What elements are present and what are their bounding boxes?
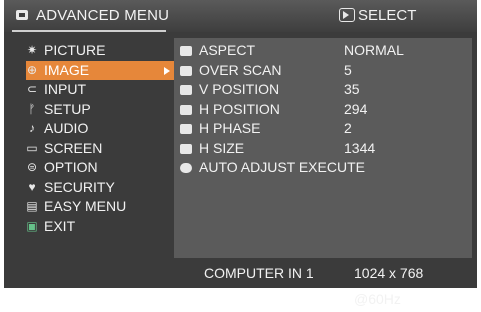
menu-title: ADVANCED MENU bbox=[36, 7, 170, 24]
menu-item-label: EXIT bbox=[44, 217, 76, 234]
setting-h-position[interactable]: H POSITION 294 bbox=[180, 100, 367, 120]
menu-item-setup[interactable]: ᚠ SETUP bbox=[26, 100, 176, 120]
menu-item-label: INPUT bbox=[44, 81, 86, 97]
menu-header: ADVANCED MENU SELECT bbox=[4, 0, 477, 32]
security-icon: ♥ bbox=[28, 179, 36, 194]
setting-value: 294 bbox=[344, 100, 368, 117]
input-icon: ⊂ bbox=[26, 82, 38, 96]
menu-item-label: PICTURE bbox=[44, 42, 106, 58]
setting-label: H POSITION bbox=[199, 100, 280, 117]
setting-label: AUTO ADJUST EXECUTE bbox=[199, 159, 365, 175]
aspect-icon bbox=[180, 46, 192, 56]
setting-value: 2 bbox=[344, 120, 352, 136]
menu-item-label: SETUP bbox=[44, 100, 91, 117]
menu-item-label: OPTION bbox=[44, 159, 98, 175]
menu-item-label: AUDIO bbox=[44, 120, 89, 136]
title-underline bbox=[12, 30, 166, 32]
setting-auto-adjust-execute[interactable]: AUTO ADJUST EXECUTE bbox=[180, 158, 365, 178]
audio-icon: ♪ bbox=[29, 121, 35, 135]
menu-item-easy-menu[interactable]: ▤ EASY MENU bbox=[26, 197, 176, 217]
menu-item-input[interactable]: ⊂ INPUT bbox=[26, 80, 176, 100]
menu-item-label: IMAGE bbox=[44, 61, 90, 78]
setting-label: H PHASE bbox=[199, 120, 261, 136]
select-hint-label: SELECT bbox=[358, 7, 417, 24]
setting-v-position[interactable]: V POSITION 35 bbox=[180, 80, 360, 100]
menu-item-label: EASY MENU bbox=[44, 198, 127, 214]
setting-aspect[interactable]: ASPECT NORMAL bbox=[180, 41, 404, 61]
easy-menu-icon: ▤ bbox=[26, 199, 38, 213]
setting-value: 5 bbox=[344, 61, 352, 78]
setup-icon: ᚠ bbox=[28, 101, 36, 116]
exit-icon: ▣ bbox=[26, 218, 38, 233]
picture-icon: ✷ bbox=[26, 43, 38, 57]
screen-icon: ▭ bbox=[26, 140, 38, 155]
submenu-arrow-icon bbox=[164, 66, 170, 75]
v-position-icon bbox=[180, 85, 192, 95]
select-hint: SELECT bbox=[339, 7, 416, 24]
status-bar: COMPUTER IN 1 1024 x 768 @60Hz bbox=[174, 260, 472, 307]
select-icon bbox=[339, 8, 355, 22]
auto-adjust-icon bbox=[180, 163, 192, 173]
menu-item-label: SECURITY bbox=[44, 178, 115, 195]
image-submenu: ASPECT NORMAL OVER SCAN 5 V POSITION 35 … bbox=[174, 38, 472, 258]
setting-h-phase[interactable]: H PHASE 2 bbox=[180, 119, 352, 139]
h-phase-icon bbox=[180, 124, 192, 134]
menu-item-audio[interactable]: ♪ AUDIO bbox=[26, 119, 176, 139]
menu-item-label: SCREEN bbox=[44, 139, 103, 156]
menu-item-image[interactable]: ⊕ IMAGE bbox=[26, 60, 176, 80]
menu-item-option[interactable]: ⊜ OPTION bbox=[26, 158, 176, 178]
setting-label: H SIZE bbox=[199, 139, 245, 156]
over-scan-icon bbox=[180, 65, 192, 76]
menu-item-security[interactable]: ♥ SECURITY bbox=[26, 178, 176, 198]
image-icon: ⊕ bbox=[26, 62, 38, 77]
setting-value: NORMAL bbox=[344, 42, 404, 58]
setting-value: 35 bbox=[344, 81, 360, 97]
main-menu: ✷ PICTURE ⊕ IMAGE ⊂ INPUT ᚠ SETUP ♪ AUDI… bbox=[26, 41, 176, 236]
menu-item-screen[interactable]: ▭ SCREEN bbox=[26, 139, 176, 159]
setting-value: 1344 bbox=[344, 139, 376, 156]
setting-label: ASPECT bbox=[199, 42, 256, 58]
signal-resolution: 1024 x 768 @60Hz bbox=[354, 265, 424, 307]
h-position-icon bbox=[180, 104, 192, 115]
setting-over-scan[interactable]: OVER SCAN 5 bbox=[180, 61, 352, 81]
h-size-icon bbox=[180, 143, 192, 154]
advanced-menu-icon bbox=[16, 10, 28, 20]
setting-h-size[interactable]: H SIZE 1344 bbox=[180, 139, 375, 159]
setting-label: OVER SCAN bbox=[199, 61, 282, 78]
menu-item-picture[interactable]: ✷ PICTURE bbox=[26, 41, 176, 61]
input-source: COMPUTER IN 1 bbox=[204, 265, 314, 281]
option-icon: ⊜ bbox=[26, 160, 38, 174]
projector-osd: ADVANCED MENU SELECT ✷ PICTURE ⊕ IMAGE ⊂… bbox=[4, 0, 477, 307]
setting-label: V POSITION bbox=[199, 81, 280, 97]
menu-item-exit[interactable]: ▣ EXIT bbox=[26, 217, 176, 237]
